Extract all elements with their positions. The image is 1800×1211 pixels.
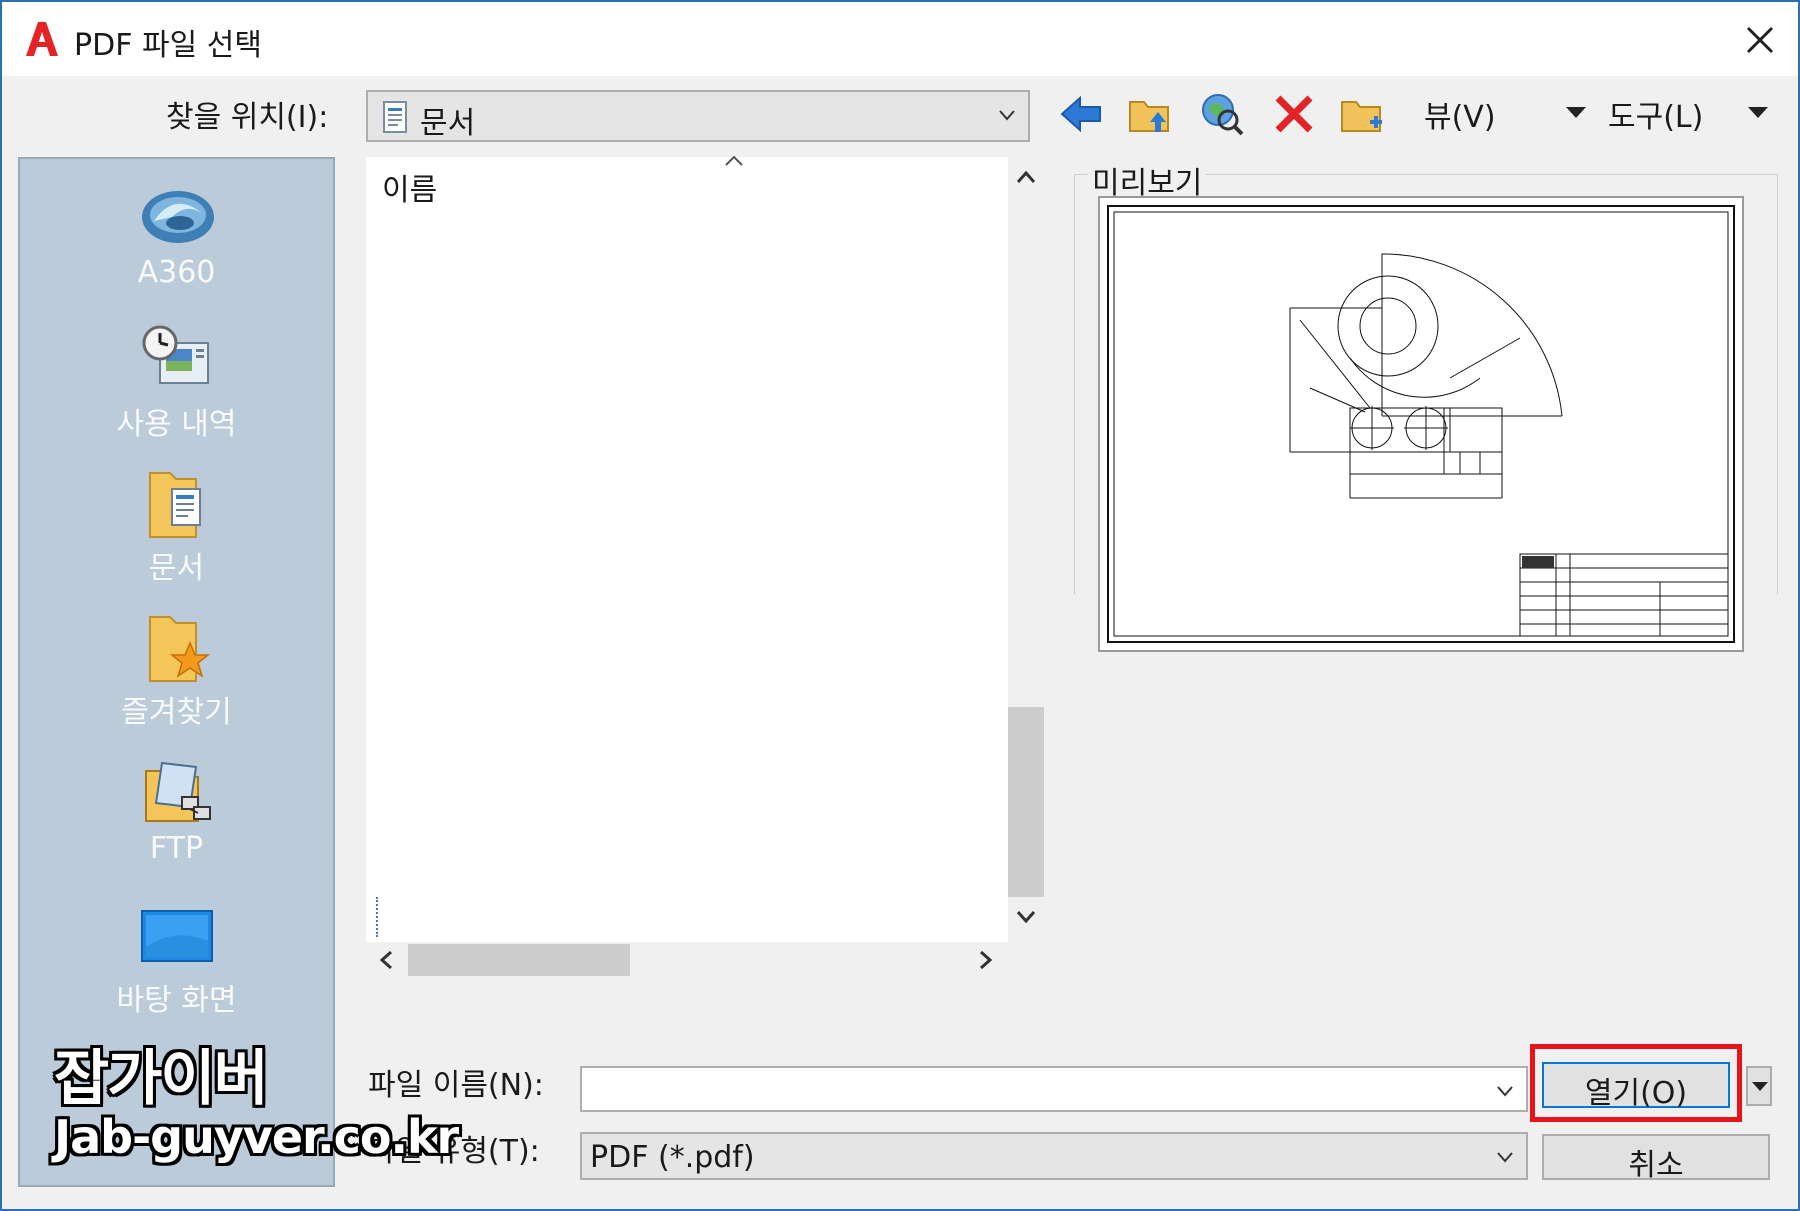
place-history[interactable]: 사용 내역	[20, 313, 333, 453]
scroll-right-icon[interactable]	[976, 948, 996, 972]
view-dropdown-caret-icon[interactable]	[1564, 104, 1588, 120]
place-label: A360	[137, 255, 216, 290]
look-in-value: 문서	[420, 106, 476, 141]
view-menu-button[interactable]: 뷰(V)	[1424, 92, 1496, 136]
place-label: 바탕 화면	[116, 983, 237, 1018]
focus-marker	[376, 897, 380, 937]
documents-folder-icon	[149, 472, 201, 538]
watermark-url: Jab-guyver.co.kr	[54, 1110, 459, 1164]
title-bar: PDF 파일 선택	[2, 2, 1798, 76]
open-button-highlight-box	[1530, 1044, 1742, 1122]
place-favorites[interactable]: 즐겨찾기	[20, 601, 333, 741]
new-folder-icon[interactable]	[1338, 90, 1386, 138]
watermark-title: 잡가이버	[54, 1044, 269, 1114]
vertical-scroll-thumb[interactable]	[1008, 707, 1044, 897]
history-icon	[142, 325, 209, 384]
caret-down-icon	[1752, 1082, 1768, 1091]
place-documents[interactable]: 문서	[20, 457, 333, 597]
scroll-left-icon[interactable]	[376, 948, 396, 972]
preview-thumbnail	[1098, 196, 1744, 652]
document-icon	[383, 101, 407, 133]
favorites-folder-icon	[149, 616, 211, 682]
file-type-value: PDF (*.pdf)	[590, 1140, 755, 1175]
place-a360[interactable]: A360	[20, 169, 333, 309]
ftp-folder-icon	[145, 761, 211, 822]
scroll-down-icon[interactable]	[1014, 907, 1038, 927]
place-label: FTP	[149, 831, 204, 866]
chevron-down-icon	[1497, 1152, 1513, 1163]
horizontal-scrollbar[interactable]	[366, 942, 1008, 978]
window-title: PDF 파일 선택	[74, 28, 262, 63]
search-web-icon[interactable]	[1198, 90, 1246, 138]
open-options-dropdown[interactable]	[1746, 1066, 1772, 1106]
place-label: 문서	[148, 551, 205, 586]
a360-cloud-icon	[142, 191, 214, 243]
chevron-down-icon[interactable]	[1492, 1078, 1518, 1104]
up-folder-icon[interactable]	[1126, 90, 1174, 138]
cancel-button[interactable]: 취소	[1542, 1134, 1770, 1183]
file-name-combobox[interactable]	[580, 1066, 1528, 1112]
back-arrow-icon[interactable]	[1058, 90, 1106, 138]
pdf-select-dialog: PDF 파일 선택 찾을 위치(I): 문서 뷰(V) 도구(L) A360 사…	[0, 0, 1800, 1211]
close-icon[interactable]	[1738, 18, 1782, 62]
horizontal-scroll-thumb[interactable]	[408, 944, 630, 976]
autocad-logo-icon	[26, 22, 58, 56]
chevron-down-icon	[999, 110, 1015, 121]
sort-caret-up-icon	[725, 155, 743, 166]
drawing-preview-image	[1107, 205, 1735, 643]
place-label: 사용 내역	[116, 407, 237, 442]
look-in-label: 찾을 위치(I):	[166, 100, 329, 135]
vertical-scrollbar[interactable]	[1008, 157, 1044, 942]
scroll-up-icon[interactable]	[1014, 167, 1038, 187]
delete-icon[interactable]	[1270, 90, 1318, 138]
place-ftp[interactable]: FTP	[20, 745, 333, 885]
file-type-combobox[interactable]: PDF (*.pdf)	[580, 1132, 1528, 1180]
look-in-combobox[interactable]: 문서	[366, 90, 1030, 142]
column-header-name[interactable]: 이름	[382, 165, 437, 209]
place-desktop[interactable]: 바탕 화면	[20, 889, 333, 1029]
place-label: 즐겨찾기	[121, 695, 232, 730]
tools-dropdown-caret-icon[interactable]	[1746, 104, 1770, 120]
file-list[interactable]: 이름	[366, 157, 1008, 942]
file-name-label: 파일 이름(N):	[368, 1068, 544, 1103]
desktop-icon	[141, 910, 213, 962]
tools-menu-button[interactable]: 도구(L)	[1608, 92, 1703, 136]
